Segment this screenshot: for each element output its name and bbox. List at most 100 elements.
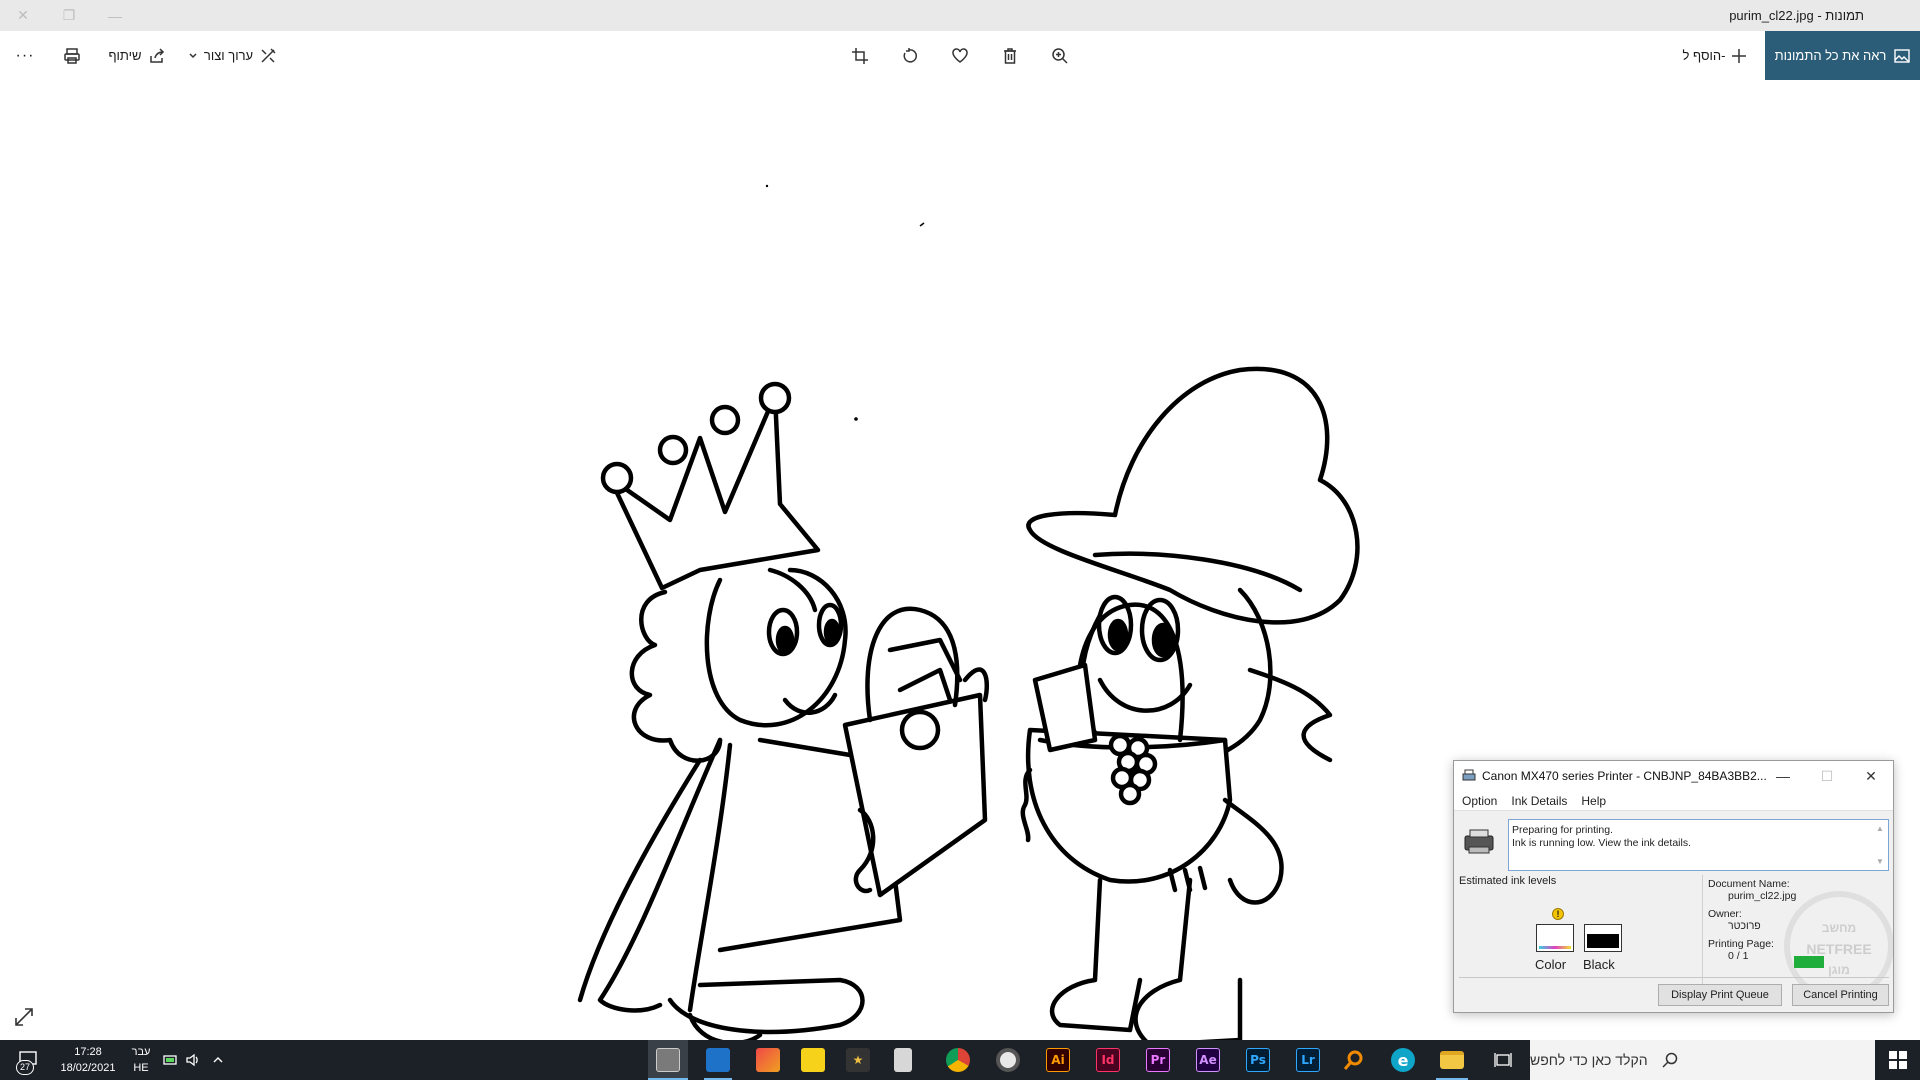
clock-time: 17:28 [74,1046,102,1058]
status-line-2[interactable]: Ink is running low. View the ink details… [1512,837,1866,850]
dialog-menu-bar: Option Ink Details Help [1454,791,1893,811]
see-all-photos-button[interactable]: ראה את כל התמונות [1765,31,1920,80]
document-name-label: Document Name: [1708,878,1790,890]
premiere-icon: Pr [1146,1048,1170,1072]
rotate-icon [903,47,917,63]
black-ink-label: Black [1583,957,1615,972]
printer-icon [64,47,80,64]
see-all-photos-label: ראה את כל התמונות [1774,48,1887,63]
taskbar-app-lightroom[interactable]: Lr [1288,1040,1328,1080]
taskbar-app-photos[interactable] [698,1040,738,1080]
notification-center-button[interactable]: 27 [8,1040,48,1080]
taskbar-app-chrome[interactable] [938,1040,978,1080]
zoom-button[interactable] [1048,31,1072,80]
language-code: HE [133,1062,149,1074]
taskbar-app-file-explorer[interactable] [1432,1040,1472,1080]
windows-logo-icon [1888,1051,1907,1069]
lightroom-icon: Lr [1296,1048,1320,1072]
taskbar-app-illustrator[interactable]: Ai [1038,1040,1078,1080]
taskbar-app-edge[interactable]: e [1383,1040,1423,1080]
taskbar-app-search-tool[interactable] [1333,1040,1373,1080]
calculator-icon [894,1048,912,1072]
crop-button[interactable] [848,31,872,80]
movie-maker-icon: ★ [846,1048,870,1072]
heart-icon [952,47,968,63]
paint-3d-icon [756,1048,780,1072]
status-message-box: Preparing for printing. Ink is running l… [1508,819,1889,871]
share-button[interactable]: שיתוף [106,31,168,80]
maximize-window-button[interactable]: ❐ [46,0,92,31]
dialog-title-bar: Canon MX470 series Printer - CNBJNP_84BA… [1454,761,1893,791]
show-hidden-icons-button[interactable] [208,1040,228,1080]
start-button[interactable] [1875,1040,1920,1080]
search-placeholder: הקלד כאן כדי לחפש [1530,1052,1648,1068]
status-line-1: Preparing for printing. [1512,824,1613,836]
taskbar-app-calculator[interactable] [883,1040,923,1080]
plus-icon [1732,48,1747,63]
ink-warning-icon: ! [1552,908,1564,920]
print-button[interactable] [58,31,86,80]
menu-help[interactable]: Help [1581,794,1606,808]
favorite-button[interactable] [948,31,972,80]
task-view-icon [1494,1053,1512,1067]
folder-icon [1440,1051,1464,1069]
taskbar-app-printer[interactable] [648,1040,688,1080]
taskbar-app-indesign[interactable]: Id [1088,1040,1128,1080]
status-scrollbar[interactable]: ▲ ▼ [1874,822,1886,868]
after-effects-icon: Ae [1196,1048,1220,1072]
photos-app-icon [706,1048,730,1072]
dialog-minimize-button[interactable]: — [1761,761,1805,791]
menu-option[interactable]: Option [1462,794,1497,808]
more-options-button[interactable]: ··· [10,31,40,80]
sticky-notes-icon [801,1048,825,1072]
network-icon [163,1055,177,1065]
dialog-bottom-divider [1459,977,1889,978]
network-tray-button[interactable] [162,1040,180,1080]
taskbar-app-sticky-notes[interactable] [793,1040,833,1080]
printer-device-icon [1464,829,1494,854]
edit-create-label: ערוך וצור [203,48,254,63]
taskbar-search-box[interactable]: הקלד כאן כדי לחפש [1530,1040,1875,1080]
taskbar-app-paint-3d[interactable] [748,1040,788,1080]
add-to-label: הוסף ל- [1682,48,1726,63]
color-ink-label: Color [1535,957,1567,972]
task-view-button[interactable] [1483,1040,1523,1080]
media-player-icon [996,1048,1020,1072]
illustrator-icon: Ai [1046,1048,1070,1072]
add-to-button[interactable]: הוסף ל- [1680,31,1750,80]
cancel-printing-button[interactable]: Cancel Printing [1792,984,1889,1006]
color-ink-level [1536,924,1574,952]
taskbar-app-after-effects[interactable]: Ae [1188,1040,1228,1080]
edit-tools-icon [261,47,276,63]
dialog-divider [1702,875,1703,1000]
rotate-button[interactable] [898,31,922,80]
menu-ink-details[interactable]: Ink Details [1511,794,1567,808]
minimize-window-button[interactable]: — [92,0,138,31]
trash-icon [1004,47,1016,64]
speaker-icon [186,1053,198,1067]
edge-icon: e [1391,1048,1415,1072]
notification-count: 27 [16,1060,34,1075]
taskbar-app-premiere[interactable]: Pr [1138,1040,1178,1080]
edit-create-button[interactable]: ערוך וצור [185,31,280,80]
close-window-button[interactable]: ✕ [0,0,46,31]
taskbar-clock[interactable]: 17:28 18/02/2021 [58,1044,118,1076]
magnifier-app-icon [1343,1050,1363,1070]
taskbar-app-movie-maker[interactable]: ★ [838,1040,878,1080]
ink-levels-label: Estimated ink levels [1459,875,1557,887]
input-language-indicator[interactable]: עבר HE [128,1044,154,1076]
dialog-maximize-button: ☐ [1820,767,1834,784]
delete-button[interactable] [998,31,1022,80]
display-print-queue-button[interactable]: Display Print Queue [1658,984,1782,1006]
printer-app-icon [1462,769,1476,781]
dialog-close-button[interactable]: ✕ [1849,761,1893,791]
photo-icon [1894,48,1911,63]
fullscreen-expand-button[interactable] [12,1005,36,1029]
language-name: עבר [131,1046,151,1058]
taskbar-app-media-player[interactable] [988,1040,1028,1080]
clock-date: 18/02/2021 [60,1062,116,1074]
chevron-up-icon [213,1057,223,1063]
volume-tray-button[interactable] [184,1040,202,1080]
taskbar-app-photoshop[interactable]: Ps [1238,1040,1278,1080]
printer-app-icon [656,1048,680,1072]
